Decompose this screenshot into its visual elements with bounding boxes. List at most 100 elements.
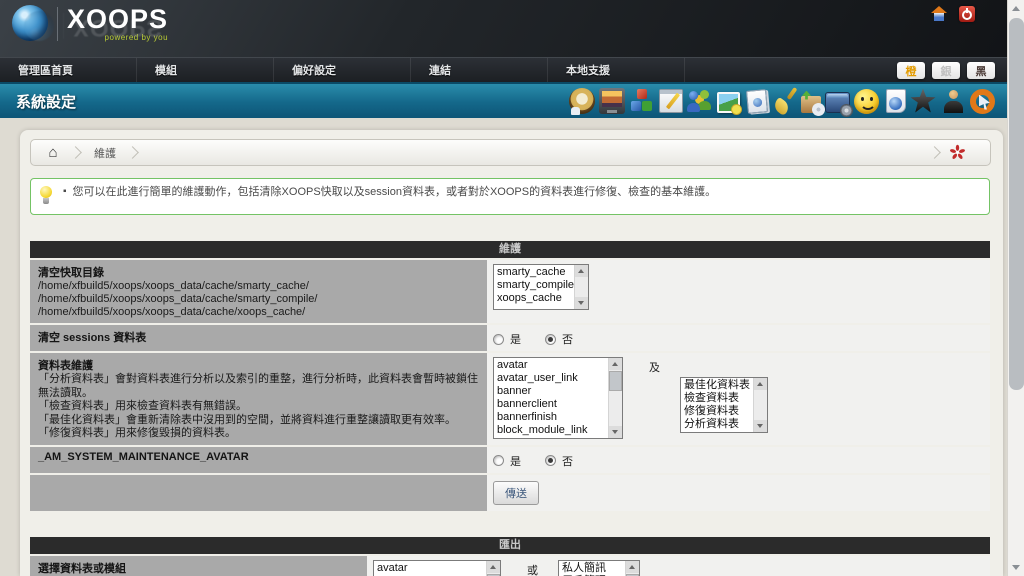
listbox-option[interactable]: block_module_link	[497, 424, 606, 437]
content-panel: ⌂ 維護	[20, 130, 1003, 576]
description-line: 「最佳化資料表」會重新清除表中沒用到的空間，並將資料進行重整讓讀取更有效率。	[38, 414, 479, 428]
scroll-up-icon[interactable]	[754, 378, 767, 390]
description-line: 「檢查資料表」用來檢查資料表有無錯誤。	[38, 400, 479, 414]
listbox-option[interactable]: smarty_compile	[497, 279, 572, 292]
listbox-option[interactable]: xoops_cache	[497, 292, 572, 305]
listbox-option[interactable]: bannerfinish	[497, 411, 606, 424]
table-row: 清空 sessions 資料表 是 否	[30, 325, 990, 351]
no-label: 否	[562, 331, 573, 347]
scroll-down-icon[interactable]	[575, 297, 588, 309]
info-message-box: ▪ 您可以在此進行簡單的維護動作，包括清除XOOPS快取以及session資料表…	[30, 178, 990, 215]
scroll-down-icon[interactable]	[1008, 559, 1024, 576]
person-suit-icon[interactable]	[940, 88, 966, 114]
color-cubes-icon[interactable]	[629, 88, 655, 114]
people-group-icon[interactable]	[687, 88, 713, 114]
help-ring-icon[interactable]	[970, 89, 995, 114]
admin-menu-icons	[569, 88, 995, 114]
scroll-up-icon[interactable]	[575, 265, 588, 277]
conjunction-and: 及	[649, 359, 660, 375]
listbox-scrollbar[interactable]	[625, 561, 639, 576]
listbox-option[interactable]: 私人簡訊	[562, 562, 623, 575]
photos-icon[interactable]	[717, 92, 740, 113]
black-star-icon[interactable]	[910, 88, 936, 114]
listbox-option[interactable]: 檢查資料表	[684, 392, 751, 405]
description-line: 「分析資料表」會對資料表進行分析以及索引的重整，進行分析時，此資料表會暫時被鎖住…	[38, 373, 479, 400]
nav-item[interactable]: 連結	[411, 58, 548, 82]
scroll-down-icon[interactable]	[754, 420, 767, 432]
avatar-yes-radio[interactable]	[493, 455, 504, 466]
export-table-header: 匯出	[30, 537, 990, 554]
export-table: 匯出 選擇資料表或模組 avataravatar_user_linkbanner…	[30, 537, 990, 576]
compass-figure-icon[interactable]	[569, 88, 595, 114]
cache-path: /home/xfbuild5/xoops/xoops_data/cache/xo…	[38, 306, 479, 319]
avatar-no-radio[interactable]	[545, 455, 556, 466]
nav-item[interactable]: 模組	[137, 58, 274, 82]
export-modules-listbox[interactable]: 私人簡訊用戶管理站長工具箱本站消息	[558, 560, 640, 576]
no-label: 否	[562, 453, 573, 469]
listbox-scrollbar[interactable]	[608, 358, 622, 438]
top-header: XOOPS powered by you XOOPS	[0, 0, 1007, 57]
theme-button[interactable]: 黑	[967, 62, 995, 79]
scroll-up-icon[interactable]	[626, 561, 639, 573]
home-icon: ⌂	[48, 145, 57, 160]
home-icon[interactable]	[931, 6, 947, 21]
listbox-scrollbar[interactable]	[574, 265, 588, 309]
scroll-up-icon[interactable]	[1008, 0, 1024, 17]
listbox-option[interactable]: 修復資料表	[684, 405, 751, 418]
submit-button[interactable]: 傳送	[493, 481, 539, 505]
logo-divider	[57, 7, 58, 41]
nav-item[interactable]: 偏好設定	[274, 58, 411, 82]
sessions-no-radio[interactable]	[545, 334, 556, 345]
listbox-option[interactable]: avatar	[497, 359, 606, 372]
maintenance-table: 維護 清空快取目錄 /home/xfbuild5/xoops/xoops_dat…	[30, 241, 990, 511]
content-area: ⌂ 維護	[0, 118, 1007, 576]
listbox-option[interactable]: banner	[497, 385, 606, 398]
sessions-yes-radio[interactable]	[493, 334, 504, 345]
scroll-down-icon[interactable]	[609, 426, 622, 438]
listbox-option[interactable]: 最佳化資料表	[684, 379, 751, 392]
cache-path: /home/xfbuild5/xoops/xoops_data/cache/sm…	[38, 280, 479, 293]
tables-listbox[interactable]: avataravatar_user_linkbannerbannerclient…	[493, 357, 623, 439]
nav-item[interactable]: 管理區首頁	[0, 58, 137, 82]
package-disc-icon[interactable]	[801, 96, 821, 113]
pinwheel-icon[interactable]	[949, 144, 966, 161]
export-row-label: 選擇資料表或模組	[38, 563, 126, 575]
info-text: 您可以在此進行簡單的維護動作，包括清除XOOPS快取以及session資料表，或…	[73, 185, 717, 208]
listbox-option[interactable]: smarty_cache	[497, 266, 572, 279]
scroll-thumb[interactable]	[609, 371, 622, 391]
listbox-option[interactable]: avatar_user_link	[497, 372, 606, 385]
breadcrumb: ⌂ 維護	[30, 139, 991, 166]
window-gear-icon[interactable]	[825, 92, 850, 113]
nav-item[interactable]: 本地支援	[548, 58, 685, 82]
monitor-icon[interactable]	[599, 88, 625, 114]
scroll-up-icon[interactable]	[609, 358, 622, 370]
listbox-option[interactable]: cache_model	[497, 437, 606, 439]
notepad-pencil-icon[interactable]	[659, 89, 683, 113]
theme-buttons: 橙銀黑	[897, 62, 995, 79]
power-icon[interactable]	[959, 6, 975, 22]
theme-button[interactable]: 橙	[897, 62, 925, 79]
smiley-icon[interactable]	[854, 89, 879, 114]
xoops-sphere-icon	[12, 5, 48, 41]
page-globe-icon[interactable]	[886, 89, 906, 113]
brand-name: XOOPS	[67, 5, 168, 33]
scroll-up-icon[interactable]	[487, 561, 500, 573]
listbox-scrollbar[interactable]	[486, 561, 500, 576]
listbox-option[interactable]: avatar	[377, 562, 484, 575]
listbox-option[interactable]: bannerclient	[497, 398, 606, 411]
operations-listbox[interactable]: 最佳化資料表檢查資料表修復資料表分析資料表	[680, 377, 768, 433]
export-tables-listbox[interactable]: avataravatar_user_linkbannerbannerclient	[373, 560, 501, 576]
breadcrumb-current[interactable]: 維護	[80, 145, 132, 161]
avatar-row-label: _AM_SYSTEM_MAINTENANCE_AVATAR	[38, 451, 249, 463]
table-row: 傳送	[30, 475, 990, 511]
listbox-scrollbar[interactable]	[753, 378, 767, 432]
cache-dir-listbox[interactable]: smarty_cachesmarty_compilexoops_cache	[493, 264, 589, 310]
theme-button[interactable]: 銀	[932, 62, 960, 79]
scroll-thumb[interactable]	[1009, 18, 1024, 390]
broom-icon[interactable]	[771, 88, 797, 114]
conjunction-or: 或	[527, 562, 538, 576]
page-scrollbar[interactable]	[1007, 0, 1024, 576]
papers-gem-icon[interactable]	[746, 89, 768, 114]
bullet: ▪	[63, 185, 67, 208]
listbox-option[interactable]: 分析資料表	[684, 418, 751, 431]
